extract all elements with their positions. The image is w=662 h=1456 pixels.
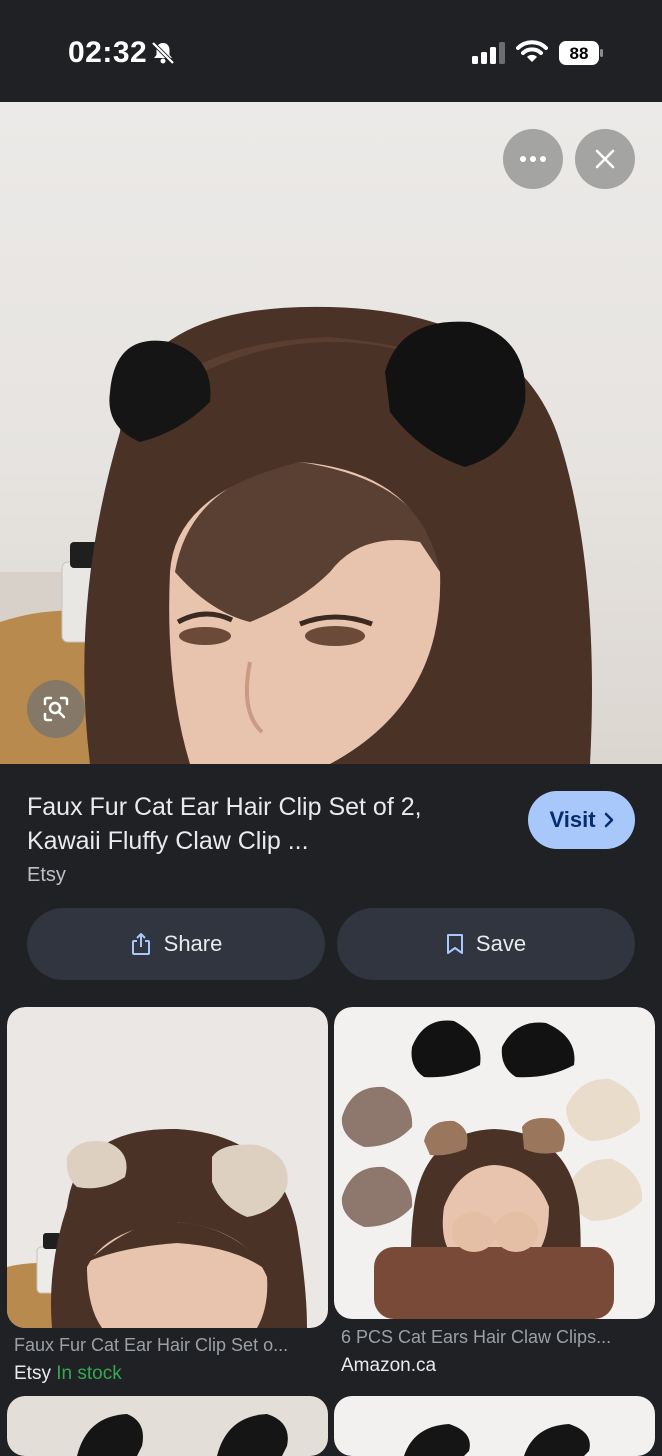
status-time: 02:32 xyxy=(68,36,148,69)
visit-button[interactable]: Visit xyxy=(528,791,635,849)
related-card-partial[interactable] xyxy=(7,1396,328,1456)
related-image[interactable] xyxy=(7,1007,328,1328)
visit-label: Visit xyxy=(549,807,596,832)
bookmark-icon xyxy=(446,934,463,954)
related-title: Faux Fur Cat Ear Hair Clip Set o... xyxy=(14,1335,289,1355)
result-source: Etsy xyxy=(27,864,66,886)
main-image[interactable] xyxy=(0,102,662,764)
related-card[interactable]: 6 PCS Cat Ears Hair Claw Clips... Amazon… xyxy=(334,1007,655,1387)
related-image[interactable] xyxy=(334,1007,655,1319)
close-button[interactable] xyxy=(575,129,635,189)
status-bar: 02:32 88 xyxy=(0,0,662,102)
share-label: Share xyxy=(163,931,223,956)
save-button[interactable]: Save xyxy=(337,908,635,980)
related-card-partial[interactable] xyxy=(334,1396,655,1456)
related-source: Amazon.ca xyxy=(341,1355,437,1376)
share-button[interactable]: Share xyxy=(27,908,325,980)
related-source-name: Etsy xyxy=(14,1363,51,1384)
chevron-right-icon xyxy=(604,812,613,828)
signal-icon xyxy=(472,42,506,69)
lens-icon xyxy=(43,696,69,722)
save-label: Save xyxy=(475,931,527,956)
wifi-icon xyxy=(516,40,548,69)
stock-status: In stock xyxy=(56,1363,122,1384)
more-icon xyxy=(520,156,546,162)
related-title: 6 PCS Cat Ears Hair Claw Clips... xyxy=(341,1327,612,1347)
result-title[interactable]: Faux Fur Cat Ear Hair Clip Set of 2, Kaw… xyxy=(27,790,487,858)
battery-icon: 88 xyxy=(558,40,604,71)
battery-level: 88 xyxy=(570,44,589,63)
share-icon xyxy=(131,933,150,955)
close-icon xyxy=(595,149,615,169)
related-card[interactable]: Faux Fur Cat Ear Hair Clip Set o... Etsy… xyxy=(7,1007,328,1387)
related-source: Etsy In stock xyxy=(14,1363,122,1385)
more-options-button[interactable] xyxy=(503,129,563,189)
lens-search-button[interactable] xyxy=(27,680,85,738)
hair-clip-photo xyxy=(0,306,593,764)
bell-off-icon xyxy=(150,40,176,71)
